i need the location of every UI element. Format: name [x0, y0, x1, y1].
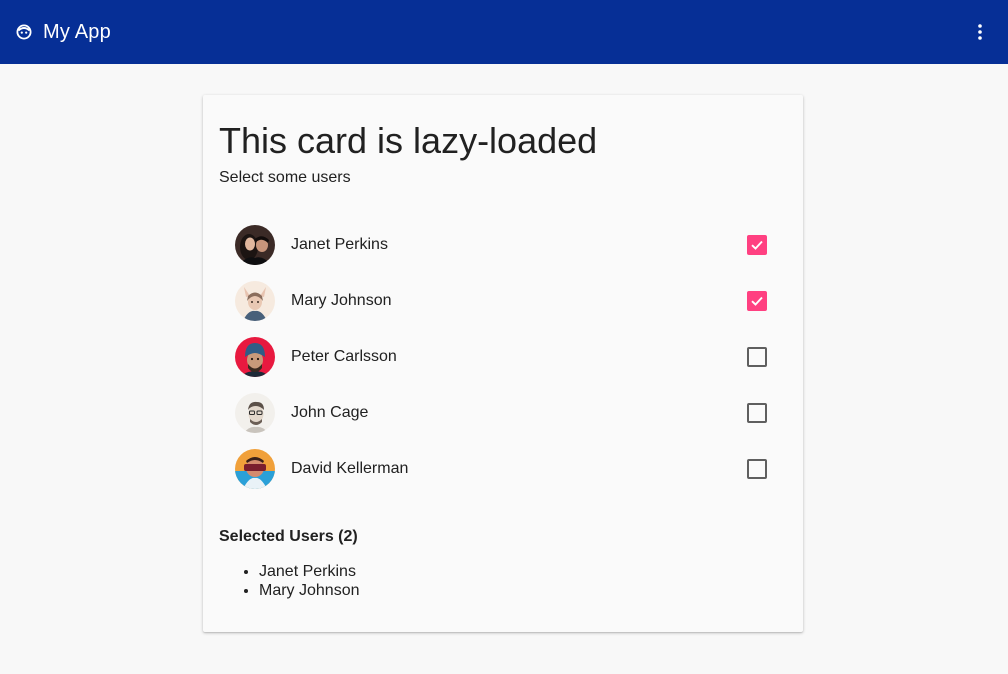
app-toolbar: My App: [0, 0, 1008, 64]
selected-users-list: Janet Perkins Mary Johnson: [219, 562, 360, 600]
app-title: My App: [43, 21, 111, 43]
user-name: Peter Carlsson: [291, 348, 397, 365]
user-checkbox[interactable]: [747, 459, 767, 479]
card-title: This card is lazy-loaded: [219, 120, 598, 161]
user-row-janet-perkins[interactable]: Janet Perkins: [219, 217, 787, 273]
user-list: Janet Perkins Mary Johnson Peter Carlsso…: [219, 217, 787, 497]
user-name: David Kellerman: [291, 460, 409, 477]
user-name: Janet Perkins: [291, 236, 388, 253]
avatar: [235, 393, 275, 433]
user-checkbox[interactable]: [747, 235, 767, 255]
user-row-john-cage[interactable]: John Cage: [219, 385, 787, 441]
avatar: [235, 281, 275, 321]
check-icon: [751, 296, 763, 306]
app-face-icon: [16, 24, 32, 40]
user-checkbox[interactable]: [747, 403, 767, 423]
user-checkbox[interactable]: [747, 291, 767, 311]
user-row-david-kellerman[interactable]: David Kellerman: [219, 441, 787, 497]
selected-user-item: Janet Perkins: [259, 562, 360, 581]
avatar: [235, 337, 275, 377]
more-vert-icon: [978, 24, 982, 40]
user-row-mary-johnson[interactable]: Mary Johnson: [219, 273, 787, 329]
avatar: [235, 225, 275, 265]
selected-users-heading: Selected Users (2): [219, 528, 358, 545]
selected-user-item: Mary Johnson: [259, 581, 360, 600]
lazy-card: This card is lazy-loaded Select some use…: [203, 95, 803, 632]
check-icon: [751, 240, 763, 250]
avatar: [235, 449, 275, 489]
user-checkbox[interactable]: [747, 347, 767, 367]
card-subtitle: Select some users: [219, 169, 351, 186]
more-menu-button[interactable]: [964, 16, 996, 48]
user-row-peter-carlsson[interactable]: Peter Carlsson: [219, 329, 787, 385]
user-name: John Cage: [291, 404, 369, 421]
user-name: Mary Johnson: [291, 292, 392, 309]
